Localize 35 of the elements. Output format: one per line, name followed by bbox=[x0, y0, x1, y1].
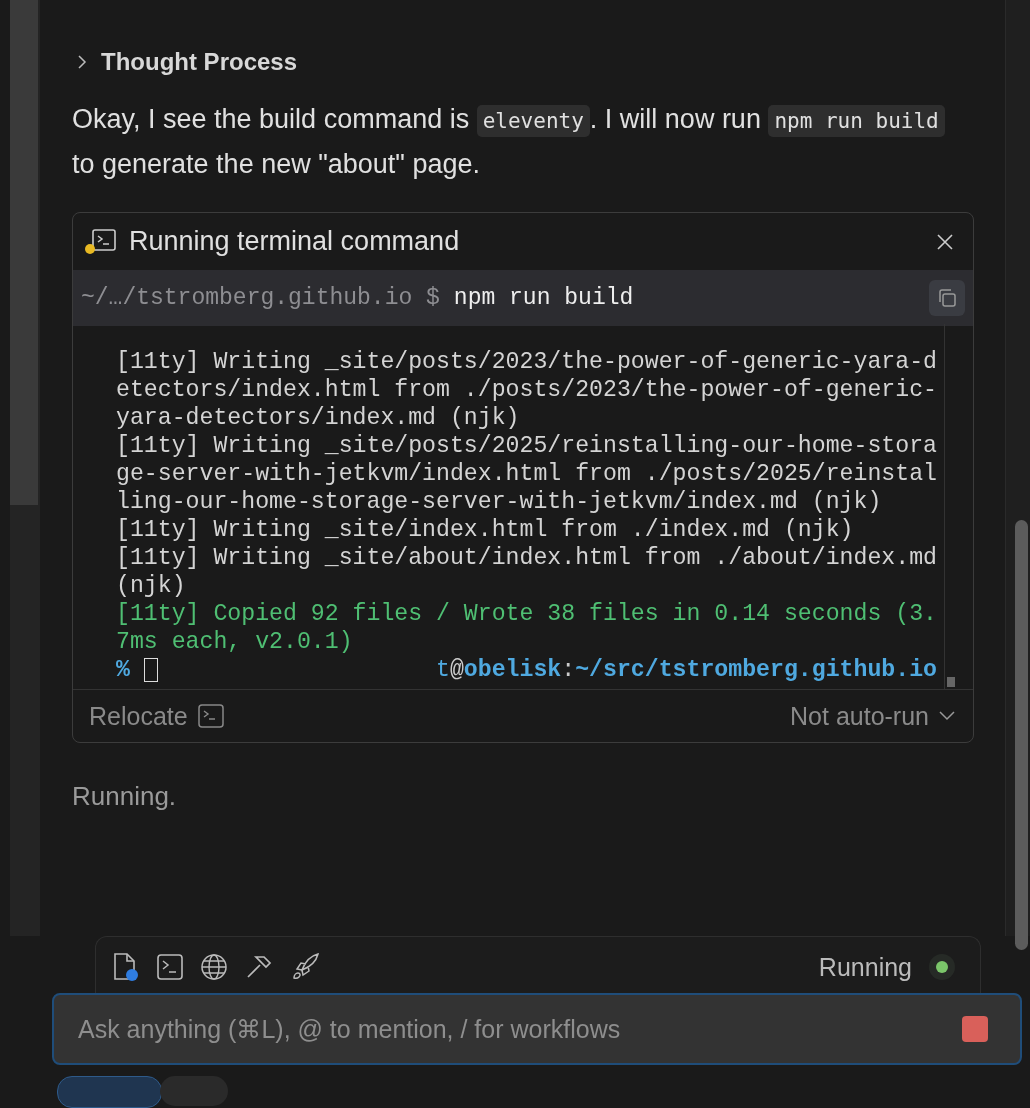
terminal-output-line: [11ty] Copied 92 files / Wrote 38 files in 0.14 seconds (3.7ms each, v2.0.1) bbox=[116, 600, 937, 656]
command-text: npm run build bbox=[453, 285, 634, 311]
prompt-symbol: % bbox=[116, 656, 130, 684]
copy-button[interactable] bbox=[929, 280, 965, 316]
working-directory: ~/…/tstromberg.github.io $ bbox=[81, 285, 440, 311]
terminal-icon[interactable] bbox=[156, 953, 184, 981]
status-dot-icon bbox=[928, 953, 956, 981]
file-icon[interactable] bbox=[112, 952, 140, 982]
terminal-output-line: [11ty] Writing _site/about/index.html from ./about/index.md (njk) bbox=[116, 544, 937, 600]
terminal-output-line: [11ty] Writing _site/posts/2023/the-power-of-generic-yara-detectors/index.html from ./posts/2023/the-power-of-generic-yara-detectors/index.md (njk) bbox=[116, 348, 937, 432]
close-icon bbox=[935, 231, 955, 252]
terminal-icon bbox=[83, 226, 117, 257]
run-status-label: Running bbox=[818, 952, 912, 982]
terminal-output-line: [11ty] Writing _site/index.html from ./index.md (njk) bbox=[116, 516, 855, 544]
scrollbar-thumb[interactable] bbox=[1015, 520, 1028, 950]
globe-icon[interactable] bbox=[200, 953, 228, 981]
terminal-cursor bbox=[143, 658, 158, 682]
rocket-icon[interactable] bbox=[290, 952, 320, 982]
mode-selector-button[interactable] bbox=[57, 1076, 162, 1108]
close-button[interactable] bbox=[935, 231, 955, 252]
message-text: Okay, I see the build command is eleventy . I will now run npm run build to generate the new "about" page. bbox=[72, 98, 967, 186]
terminal-icon bbox=[197, 704, 224, 728]
composer-panel[interactable]: Ask anything (⌘L), @ to mention, / for workflows bbox=[52, 993, 1022, 1065]
copy-icon bbox=[936, 287, 958, 309]
scrollbar-thumb[interactable] bbox=[947, 677, 955, 687]
relocate-button[interactable]: Relocate bbox=[89, 701, 224, 731]
run-mode-dropdown[interactable]: Not auto-run bbox=[790, 701, 955, 731]
chat-input-field[interactable]: Ask anything (⌘L), @ to mention, / for workflows bbox=[76, 1013, 962, 1045]
thought-process-toggle[interactable]: Thought Process bbox=[77, 48, 973, 76]
status-text: Running. bbox=[72, 781, 178, 812]
terminal-title: Running terminal command bbox=[129, 226, 461, 257]
terminal-output-line: [11ty] Writing _site/posts/2025/reinstalling-our-home-storage-server-with-jetkvm/index.html from ./posts/2025/reinstalling-our-home-storage-server-with-jetkvm/index.md (njk) bbox=[116, 432, 937, 516]
thought-process-label: Thought Process bbox=[101, 48, 298, 76]
chevron-down-icon bbox=[939, 711, 955, 721]
prompt-host-path: t@obelisk:~/src/tstromberg.github.io bbox=[436, 656, 937, 684]
